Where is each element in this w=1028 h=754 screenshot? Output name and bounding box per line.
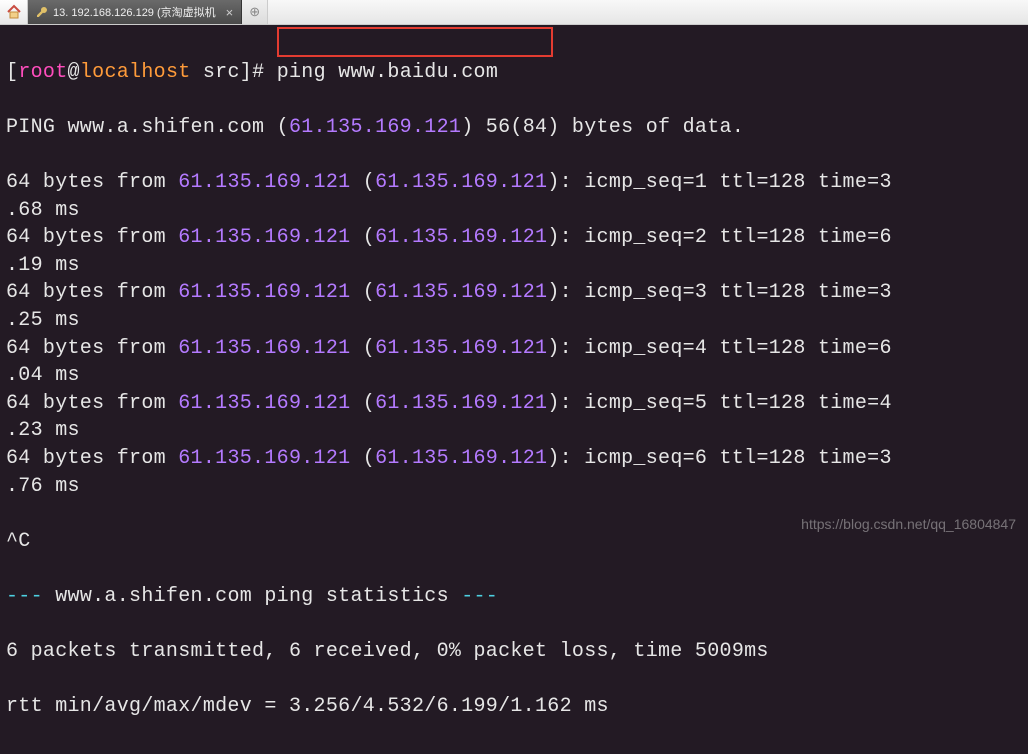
wrench-icon — [36, 6, 48, 18]
ping-reply-cont: .25 ms — [6, 307, 1022, 335]
at-sign: @ — [68, 61, 80, 84]
ping-reply: 64 bytes from 61.135.169.121 (61.135.169… — [6, 445, 1022, 473]
ping-header: PING www.a.shifen.com (61.135.169.121) 5… — [6, 114, 1022, 142]
stats-header: --- www.a.shifen.com ping statistics --- — [6, 583, 1022, 611]
ping-ip: 61.135.169.121 — [289, 116, 461, 139]
command-text: ping www.baidu.com — [277, 61, 498, 84]
ping-reply: 64 bytes from 61.135.169.121 (61.135.169… — [6, 279, 1022, 307]
terminal[interactable]: [root@localhost src]# ping www.baidu.com… — [0, 25, 1028, 754]
ping-replies: 64 bytes from 61.135.169.121 (61.135.169… — [6, 169, 1022, 500]
ping-reply-cont: .76 ms — [6, 473, 1022, 501]
prompt-user: root — [18, 61, 67, 84]
home-tab[interactable] — [0, 0, 28, 24]
stats-line: 6 packets transmitted, 6 received, 0% pa… — [6, 638, 1022, 666]
ping-reply-cont: .19 ms — [6, 252, 1022, 280]
prompt-line: [root@localhost src]# ping www.baidu.com — [6, 59, 1022, 87]
tab-label: 13. 192.168.126.129 (京淘虚拟机 — [53, 4, 216, 20]
ping-reply-cont: .23 ms — [6, 417, 1022, 445]
watermark: https://blog.csdn.net/qq_16804847 — [801, 516, 1016, 532]
ping-reply: 64 bytes from 61.135.169.121 (61.135.169… — [6, 224, 1022, 252]
ping-reply-cont: .04 ms — [6, 362, 1022, 390]
bracket-open: [ — [6, 61, 18, 84]
plus-icon: ⊕ — [249, 5, 260, 20]
close-icon[interactable]: × — [226, 6, 234, 19]
new-tab-button[interactable]: ⊕ — [242, 0, 268, 24]
tab-terminal[interactable]: 13. 192.168.126.129 (京淘虚拟机 × — [28, 0, 242, 24]
rtt-line: rtt min/avg/max/mdev = 3.256/4.532/6.199… — [6, 693, 1022, 721]
tab-bar: 13. 192.168.126.129 (京淘虚拟机 × ⊕ — [0, 0, 1028, 25]
bracket-close: ]# — [240, 61, 277, 84]
prompt-path: src — [191, 61, 240, 84]
ping-reply-cont: .68 ms — [6, 197, 1022, 225]
home-icon — [6, 4, 22, 20]
prompt-host: localhost — [80, 61, 191, 84]
ping-reply: 64 bytes from 61.135.169.121 (61.135.169… — [6, 169, 1022, 197]
ping-reply: 64 bytes from 61.135.169.121 (61.135.169… — [6, 390, 1022, 418]
ping-reply: 64 bytes from 61.135.169.121 (61.135.169… — [6, 335, 1022, 363]
